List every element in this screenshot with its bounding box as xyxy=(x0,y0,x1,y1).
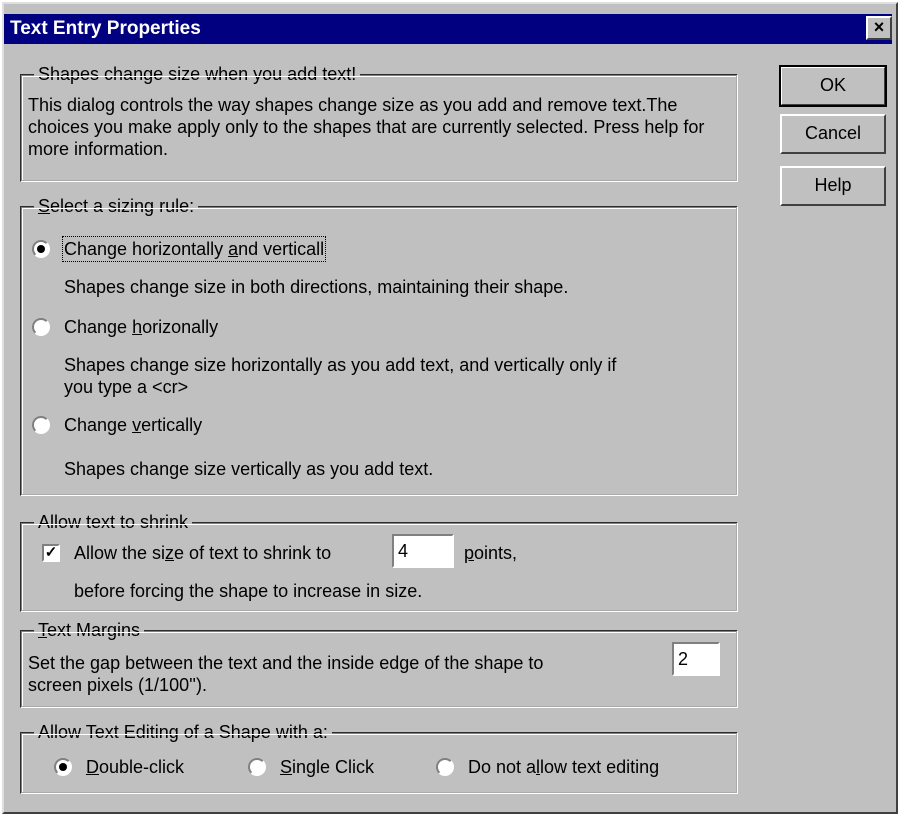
shrink-label-mnemonic: z xyxy=(165,543,175,563)
sizing-legend-rest: elect a sizing rule: xyxy=(50,196,195,216)
points-label-mnemonic: p xyxy=(464,543,475,563)
points-label-rest: oints, xyxy=(474,543,518,563)
help-button[interactable]: Help xyxy=(780,166,886,206)
margins-line-1: Set the gap between the text and the ins… xyxy=(28,653,544,673)
intro-legend: Shapes change size when you add text! xyxy=(34,63,361,85)
radio-change-both-label-mnemonic: a xyxy=(228,239,239,259)
margins-legend: Text Margins xyxy=(34,619,145,641)
radio-no-editing-label[interactable]: Do not allow text editing xyxy=(468,756,659,778)
radio-change-horizontally[interactable] xyxy=(32,318,50,336)
window-title: Text Entry Properties xyxy=(10,18,201,39)
radio-change-horizontally-description-2: you type a <cr> xyxy=(64,377,189,397)
radio-double-click-mnemonic: D xyxy=(86,757,99,777)
radio-change-horizontally-description-1: Shapes change size horizontally as you a… xyxy=(64,355,617,375)
intro-description: This dialog controls the way shapes chan… xyxy=(28,95,705,159)
sizing-rule-group: Select a sizing rule: Change horizontall… xyxy=(20,195,738,496)
radio-single-click-label[interactable]: Single Click xyxy=(280,756,374,778)
cancel-button[interactable]: Cancel xyxy=(780,114,886,154)
radio-double-click-label[interactable]: Double-click xyxy=(86,756,184,778)
radio-change-horizontally-label-rest: orizonally xyxy=(142,317,219,337)
sizing-legend-mnemonic: S xyxy=(38,196,51,216)
sizing-legend: Select a sizing rule: xyxy=(34,195,199,217)
radio-no-editing-prefix: Do not a xyxy=(468,757,537,777)
text-margins-group: Text Margins Set the gap between the tex… xyxy=(20,619,738,708)
editing-legend: Allow Text Editing of a Shape with a: xyxy=(34,721,332,743)
radio-change-horizontally-label[interactable]: Change horizonally xyxy=(64,316,218,338)
shrink-group: Allow text to shrink ✓ Allow the size of… xyxy=(20,511,738,612)
radio-single-click-mnemonic: S xyxy=(280,757,293,777)
close-icon: × xyxy=(873,17,885,37)
points-label: points, xyxy=(464,542,517,564)
radio-change-horizontally-label-mnemonic: h xyxy=(132,317,143,337)
shrink-legend: Allow text to shrink xyxy=(34,511,193,533)
radio-no-editing-rest: low text editing xyxy=(540,757,660,777)
shrink-checkbox[interactable]: ✓ xyxy=(42,544,60,562)
radio-change-vertically-label-prefix: Change xyxy=(64,415,133,435)
margins-line-2: screen pixels (1/100''). xyxy=(28,675,207,695)
radio-change-both-label[interactable]: Change horizontally and verticall xyxy=(61,236,327,262)
shrink-points-input[interactable] xyxy=(392,534,454,568)
radio-change-both-label-prefix: Change horizontally xyxy=(64,239,229,259)
ok-button[interactable]: OK xyxy=(779,65,887,107)
radio-change-vertically-label[interactable]: Change vertically xyxy=(64,414,202,436)
intro-group: Shapes change size when you add text! Th… xyxy=(20,63,738,182)
margins-legend-mnemonic: T xyxy=(38,620,47,640)
radio-double-click-rest: ouble-click xyxy=(99,757,185,777)
radio-change-vertically-label-mnemonic: v xyxy=(132,415,142,435)
checkmark-icon: ✓ xyxy=(44,544,58,561)
radio-single-click[interactable] xyxy=(248,758,266,776)
radio-change-both-description: Shapes change size in both directions, m… xyxy=(64,277,569,297)
radio-change-vertically[interactable] xyxy=(32,416,50,434)
shrink-checkbox-label[interactable]: Allow the size of text to shrink to xyxy=(74,542,331,564)
shrink-note: before forcing the shape to increase in … xyxy=(74,581,423,601)
radio-change-horizontally-label-prefix: Change xyxy=(64,317,133,337)
text-editing-group: Allow Text Editing of a Shape with a: Do… xyxy=(20,721,738,794)
radio-change-vertically-description: Shapes change size vertically as you add… xyxy=(64,459,434,479)
radio-double-click[interactable] xyxy=(54,758,72,776)
radio-change-both-label-rest: nd verticall xyxy=(238,239,325,259)
radio-single-click-rest: ingle Click xyxy=(292,757,375,777)
margins-input[interactable] xyxy=(672,642,720,676)
radio-change-vertically-label-rest: ertically xyxy=(141,415,203,435)
close-button[interactable]: × xyxy=(866,16,892,40)
margins-legend-rest: ext Margins xyxy=(47,620,141,640)
title-bar: Text Entry Properties × xyxy=(4,14,892,44)
shrink-label-rest: e of text to shrink to xyxy=(174,543,332,563)
shrink-label-prefix: Allow the si xyxy=(74,543,166,563)
radio-change-both[interactable] xyxy=(32,240,50,258)
radio-no-editing[interactable] xyxy=(436,758,454,776)
